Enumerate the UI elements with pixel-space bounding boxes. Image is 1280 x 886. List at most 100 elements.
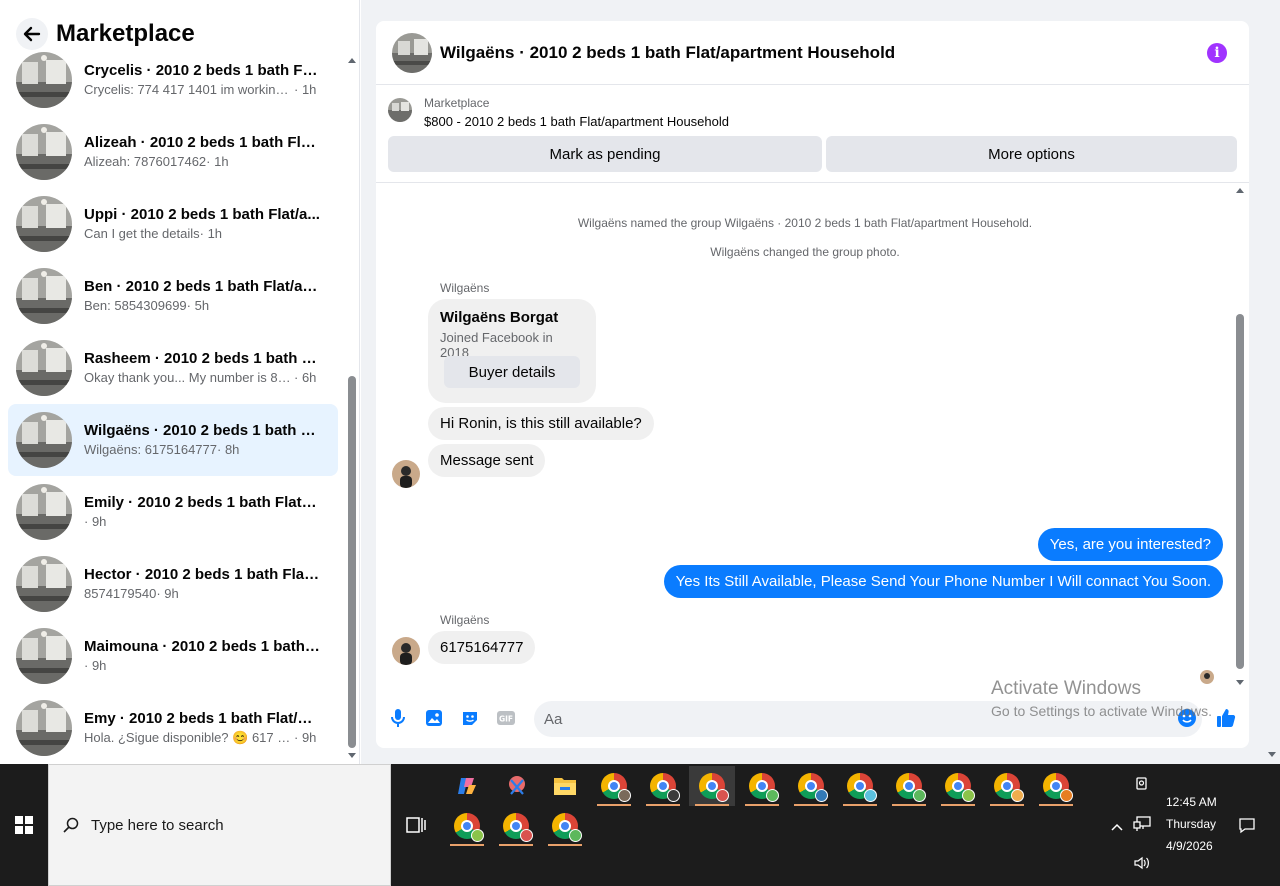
conversation-item[interactable]: Wilgaëns · 2010 2 beds 1 bath Fl... Wilga… xyxy=(8,404,338,476)
conversation-text: Crycelis · 2010 2 beds 1 bath Flat... Cry… xyxy=(84,61,320,99)
scroll-up-arrow[interactable] xyxy=(348,58,356,63)
conversation-item[interactable]: Alizeah · 2010 2 beds 1 bath Flat... Aliz… xyxy=(8,116,338,188)
chrome-profile-3[interactable] xyxy=(689,766,735,806)
profile-name[interactable]: Wilgaëns Borgat xyxy=(440,309,584,326)
scroll-thumb[interactable] xyxy=(1236,314,1244,669)
sender-avatar[interactable] xyxy=(392,460,420,488)
conversation-snippet: Wilgaëns: 6175164777 xyxy=(84,442,217,457)
conversation-item[interactable]: Rasheem · 2010 2 beds 1 bath Fl... Okay t… xyxy=(8,332,338,404)
clock-date[interactable]: 4/9/2026 xyxy=(1166,839,1213,853)
conversation-time: · 1h xyxy=(294,82,317,97)
conversation-item[interactable]: Uppi · 2010 2 beds 1 bath Flat/a... Can I… xyxy=(8,188,338,260)
conversation-item[interactable]: Emy · 2010 2 beds 1 bath Flat/ap... Hola.… xyxy=(8,692,338,764)
scroll-down-arrow[interactable] xyxy=(348,753,356,758)
clock-time[interactable]: 12:45 AM xyxy=(1166,795,1217,809)
system-message: Wilgaëns changed the group photo. xyxy=(710,245,900,259)
chevron-up-icon[interactable] xyxy=(1110,819,1124,837)
chrome-profile-12[interactable] xyxy=(493,806,539,846)
file-explorer-icon[interactable] xyxy=(542,766,588,806)
conversation-name: Alizeah · 2010 2 beds 1 bath Flat... xyxy=(84,134,320,151)
copilot-icon[interactable] xyxy=(444,766,490,806)
sticker-icon[interactable] xyxy=(459,707,481,729)
system-message: Wilgaëns named the group Wilgaëns · 2010… xyxy=(577,216,1033,230)
listing-banner: Marketplace $800 - 2010 2 beds 1 bath Fl… xyxy=(376,86,1249,183)
message-bubble-incoming[interactable]: Hi Ronin, is this still available? xyxy=(428,407,654,440)
conversation-snippet: Can I get the details xyxy=(84,226,200,241)
message-bubble-outgoing[interactable]: Yes, are you interested? xyxy=(1037,528,1223,561)
scroll-thumb[interactable] xyxy=(348,376,356,748)
conversation-name: Emy · 2010 2 beds 1 bath Flat/ap... xyxy=(84,710,320,727)
chrome-profile-10[interactable] xyxy=(1033,766,1079,806)
conversation-item[interactable]: Hector · 2010 2 beds 1 bath Flat/... 8574… xyxy=(8,548,338,620)
conversation-text: Uppi · 2010 2 beds 1 bath Flat/a... Can I… xyxy=(84,205,320,243)
conversation-time: · 9h xyxy=(84,514,107,529)
conversation-time: · 9h xyxy=(294,730,317,745)
conversation-preview: Ben: 5854309699 · 5h xyxy=(84,297,320,315)
chrome-profile-8[interactable] xyxy=(935,766,981,806)
conversation-item[interactable]: Emily · 2010 2 beds 1 bath Flat/a... · 9… xyxy=(8,476,338,548)
conversation-name: Crycelis · 2010 2 beds 1 bath Flat... xyxy=(84,62,320,79)
chrome-profile-1[interactable] xyxy=(591,766,637,806)
snipping-tool-icon[interactable] xyxy=(494,766,540,806)
conversation-item[interactable]: Crycelis · 2010 2 beds 1 bath Flat... Cry… xyxy=(8,44,338,116)
chrome-profile-9[interactable] xyxy=(984,766,1030,806)
conversation-snippet: Alizeah: 7876017462 xyxy=(84,154,207,169)
listing-thumbnail xyxy=(16,268,72,324)
photo-icon[interactable] xyxy=(423,707,445,729)
volume-icon[interactable] xyxy=(1133,855,1151,876)
scroll-down-arrow[interactable] xyxy=(1236,680,1244,685)
listing-thumbnail xyxy=(16,556,72,612)
chrome-profile-4[interactable] xyxy=(739,766,785,806)
conversation-text: Ben · 2010 2 beds 1 bath Flat/ap... Ben: … xyxy=(84,277,320,315)
listing-price[interactable]: $800 - 2010 2 beds 1 bath Flat/apartment… xyxy=(424,114,729,129)
chrome-profile-2[interactable] xyxy=(640,766,686,806)
conversation-item[interactable]: Ben · 2010 2 beds 1 bath Flat/ap... Ben: … xyxy=(8,260,338,332)
search-placeholder: Type here to search xyxy=(91,816,224,834)
listing-thumbnail xyxy=(16,628,72,684)
chat-scrollbar[interactable] xyxy=(1233,184,1247,689)
page-scroll-down-arrow[interactable] xyxy=(1268,752,1276,757)
listing-thumbnail xyxy=(16,52,72,108)
buyer-profile-card: Wilgaëns Borgat Joined Facebook in 2018 … xyxy=(428,299,596,403)
sender-avatar[interactable] xyxy=(392,637,420,665)
taskbar-search[interactable]: Type here to search xyxy=(48,764,391,886)
listing-thumbnail xyxy=(16,484,72,540)
thumbs-up-icon[interactable] xyxy=(1215,707,1237,729)
scroll-up-arrow[interactable] xyxy=(1236,188,1244,193)
clock-day[interactable]: Thursday xyxy=(1166,817,1216,831)
conversation-preview: 8574179540 · 9h xyxy=(84,585,320,603)
meet-now-icon[interactable] xyxy=(1134,776,1150,797)
gif-icon[interactable]: GIF xyxy=(495,707,517,729)
buyer-details-button[interactable]: Buyer details xyxy=(444,356,580,388)
chrome-profile-11[interactable] xyxy=(444,806,490,846)
conversation-preview: Okay thank you... My number is 85... · 6… xyxy=(84,369,320,387)
listing-thumbnail xyxy=(16,124,72,180)
conversation-item[interactable]: Maimouna · 2010 2 beds 1 bath ... · 9h xyxy=(8,620,338,692)
notification-icon[interactable] xyxy=(1238,816,1256,839)
chrome-profile-13[interactable] xyxy=(542,806,588,846)
more-options-button[interactable]: More options xyxy=(826,136,1237,172)
seen-indicator-avatar xyxy=(1200,670,1214,684)
info-icon[interactable]: i xyxy=(1207,43,1227,63)
chrome-profile-7[interactable] xyxy=(886,766,932,806)
conversation-snippet: Ben: 5854309699 xyxy=(84,298,187,313)
group-photo[interactable] xyxy=(392,32,432,73)
microphone-icon[interactable] xyxy=(387,707,409,729)
emoji-icon[interactable] xyxy=(1176,707,1198,729)
chrome-profile-6[interactable] xyxy=(837,766,883,806)
message-input[interactable] xyxy=(534,701,1202,737)
conversation-time: · 9h xyxy=(84,658,107,673)
chrome-profile-5[interactable] xyxy=(788,766,834,806)
mark-pending-button[interactable]: Mark as pending xyxy=(388,136,822,172)
start-button[interactable] xyxy=(0,764,48,886)
message-bubble-incoming[interactable]: Message sent xyxy=(428,444,546,477)
listing-thumbnail xyxy=(16,340,72,396)
conversation-snippet: 8574179540 xyxy=(84,586,157,601)
sidebar-scrollbar[interactable] xyxy=(345,54,359,762)
message-bubble-incoming[interactable]: 6175164777 xyxy=(428,631,536,664)
conversation-name: Uppi · 2010 2 beds 1 bath Flat/a... xyxy=(84,206,320,223)
listing-thumbnail[interactable] xyxy=(388,98,412,122)
message-bubble-outgoing[interactable]: Yes Its Still Available, Please Send You… xyxy=(663,565,1223,598)
task-view-icon[interactable] xyxy=(405,815,427,835)
network-icon[interactable] xyxy=(1133,816,1151,837)
